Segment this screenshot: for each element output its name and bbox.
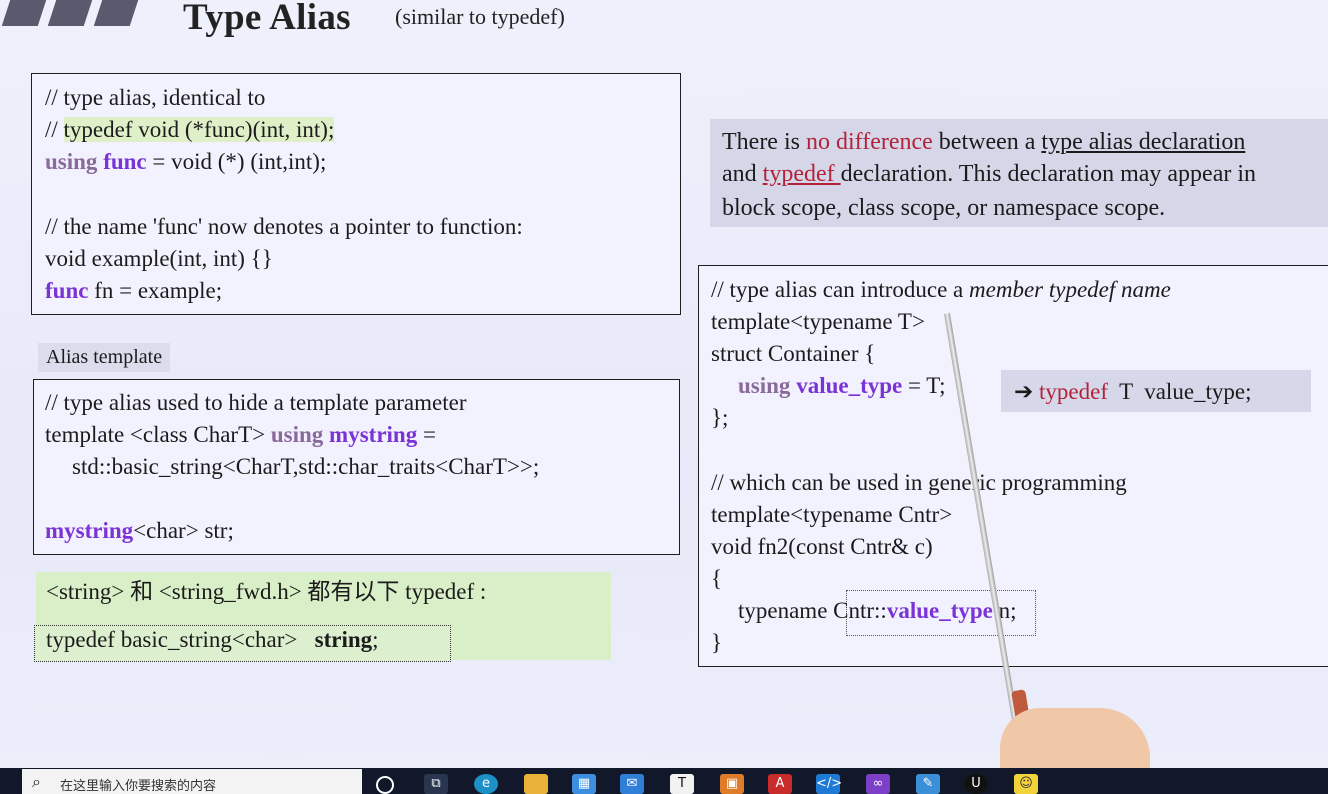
acrobat-icon[interactable]: A: [768, 774, 792, 794]
code-text: typename Cntr::: [738, 598, 887, 623]
identifier-mystring: mystring: [329, 422, 418, 447]
search-icon: ⌕: [32, 772, 41, 791]
code-line: struct Container {: [711, 341, 876, 366]
identifier-value-type: value_type: [796, 373, 903, 398]
code-line: };: [711, 405, 729, 430]
title-decoration: [0, 0, 160, 26]
code-line: template<typename T>: [711, 309, 925, 334]
code-text: =: [417, 422, 436, 447]
unreal-icon[interactable]: U: [964, 774, 988, 794]
file-explorer-icon[interactable]: [524, 774, 548, 794]
sticky-app-icon[interactable]: ☺: [1014, 774, 1038, 794]
app-icon[interactable]: ▣: [720, 774, 744, 794]
code-line: mystring<char> str;: [45, 519, 234, 542]
code-text: = T;: [902, 373, 946, 398]
note-text: between a: [932, 129, 1042, 155]
store-icon[interactable]: ▦: [572, 774, 596, 794]
identifier-value-type: value_type: [886, 598, 993, 623]
identifier-mystring: mystring: [45, 518, 134, 543]
code-line: void example(int, int) {}: [45, 246, 273, 271]
code-text: // type alias can introduce a: [711, 277, 970, 302]
code-line: template <class CharT> using mystring =: [45, 423, 436, 446]
code-text: ;: [372, 627, 379, 652]
typedef-equivalent-text: ➔ typedef T value_type;: [1014, 380, 1252, 404]
slide-subtitle: (similar to typedef): [395, 4, 565, 29]
search-input[interactable]: 在这里输入你要搜索的内容: [60, 775, 216, 794]
note-emphasis: no difference: [805, 129, 933, 155]
code-line: using func = void (*) (int,int);: [45, 150, 326, 173]
note-line: block scope, class scope, or namespace s…: [722, 195, 1166, 221]
note-line: There is no difference between a type al…: [722, 129, 1245, 156]
vscode-icon[interactable]: </>: [816, 774, 842, 794]
task-view-icon[interactable]: ⧉: [424, 774, 448, 794]
code-line: {: [711, 566, 723, 591]
paint-icon[interactable]: ✎: [916, 774, 940, 794]
keyword-using: using: [270, 422, 324, 447]
code-line: // typedef void (*func)(int, int);: [45, 117, 335, 142]
code-text: = void (*) (int,int);: [146, 149, 327, 174]
code-text: template <class CharT>: [45, 422, 271, 447]
code-line: template<typename Cntr>: [711, 502, 953, 527]
code-text: fn = example;: [88, 278, 223, 303]
code-text: //: [45, 117, 64, 142]
mail-icon[interactable]: ✉: [620, 774, 644, 794]
note-text: declaration. This declaration may appear…: [840, 161, 1257, 187]
section-label-alias-template: Alias template: [38, 343, 171, 372]
visual-studio-icon[interactable]: ∞: [866, 774, 890, 794]
code-line: using value_type = T;: [738, 374, 945, 397]
note-underline: type alias declaration: [1041, 129, 1246, 155]
code-italic: member typedef name: [969, 277, 1171, 302]
code-line: // type alias used to hide a template pa…: [45, 390, 467, 415]
code-line: std::basic_string<CharT,std::char_traits…: [72, 454, 540, 479]
explanation-note: There is no difference between a type al…: [710, 119, 1328, 227]
code-line: // the name 'func' now denotes a pointer…: [45, 214, 523, 239]
code-line: // type alias can introduce a member typ…: [711, 278, 1171, 301]
code-line: typedef basic_string<char> string;: [46, 628, 379, 651]
cortana-icon[interactable]: [376, 776, 394, 794]
slide-title: Type Alias: [183, 0, 351, 38]
arrow-right-icon: ➔: [1014, 379, 1034, 405]
keyword-typedef: typedef: [1039, 379, 1108, 404]
edge-icon[interactable]: e: [474, 774, 498, 794]
note-emphasis: typedef: [762, 161, 841, 187]
string-typedef-note-text: <string> 和 <string_fwd.h> 都有以下 typedef :: [46, 579, 487, 604]
note-text: There is: [722, 129, 806, 155]
code-line: void fn2(const Cntr& c): [711, 534, 933, 559]
identifier-func: func: [103, 149, 147, 174]
code-text: <char> str;: [133, 518, 234, 543]
typedef-highlight: typedef void (*func)(int, int);: [63, 117, 335, 142]
taskbar-search-box[interactable]: ⌕ 在这里输入你要搜索的内容: [22, 769, 362, 794]
presenter-hand: [1000, 708, 1150, 770]
identifier-string: string: [314, 627, 373, 652]
typora-icon[interactable]: T: [670, 774, 694, 794]
note-line: and typedef declaration. This declaratio…: [722, 161, 1256, 188]
code-line: }: [711, 630, 723, 655]
code-line: typename Cntr::value_type n;: [738, 599, 1017, 622]
identifier-func: func: [45, 278, 89, 303]
code-text: T value_type;: [1108, 379, 1252, 404]
code-text: typedef basic_string<char>: [46, 627, 315, 652]
keyword-using: using: [45, 149, 98, 174]
keyword-using: using: [738, 373, 791, 398]
code-line: // type alias, identical to: [45, 85, 266, 110]
note-text: and: [722, 161, 763, 187]
code-line: // which can be used in generic programm…: [711, 470, 1127, 495]
code-line: func fn = example;: [45, 279, 222, 302]
